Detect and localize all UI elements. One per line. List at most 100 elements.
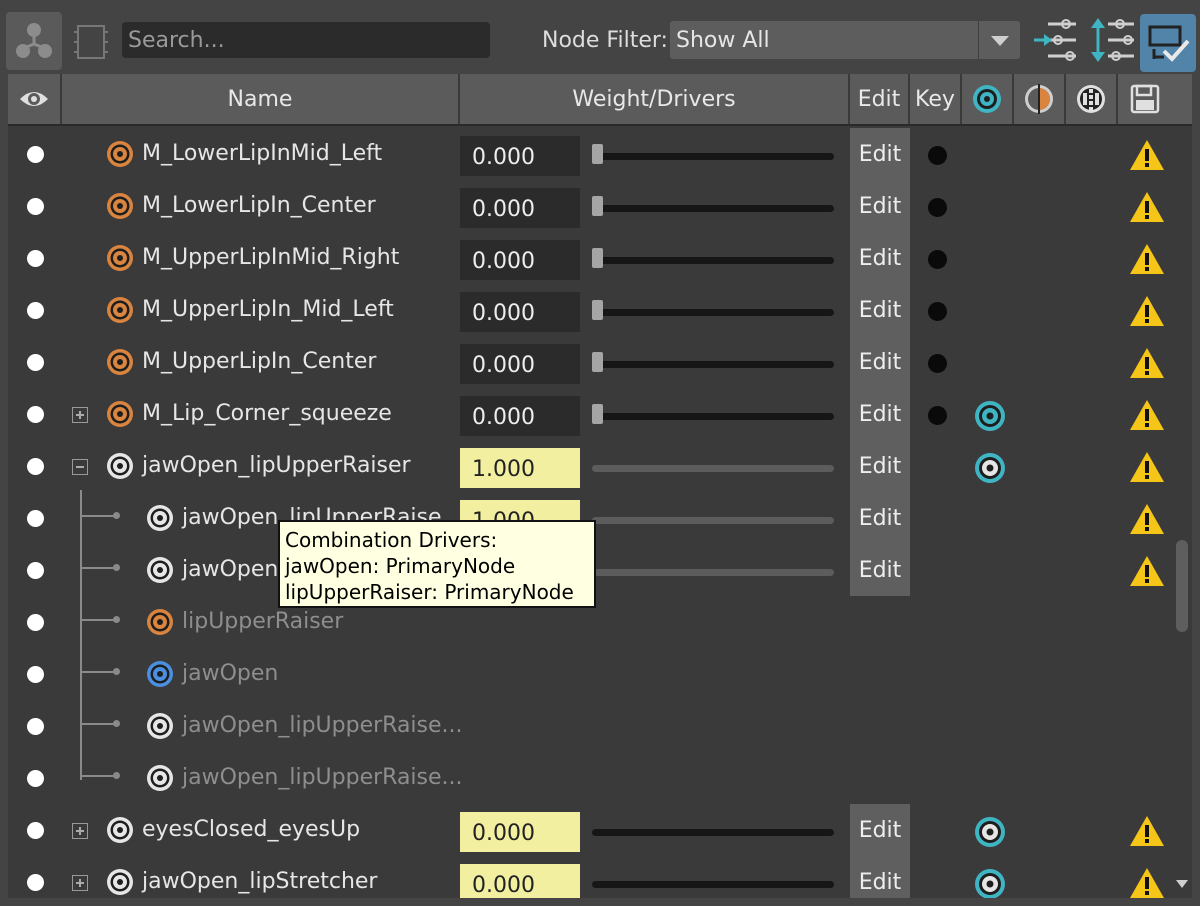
vertical-scrollbar[interactable] (1172, 126, 1192, 898)
weight-field[interactable]: 0.000 (460, 240, 580, 280)
visibility-toggle[interactable] (27, 614, 44, 631)
table-row[interactable]: jawOpen_lipStretcher 0.000 Edit (8, 856, 1172, 898)
search-input[interactable] (122, 22, 490, 58)
visibility-toggle[interactable] (27, 458, 44, 475)
key-column-header[interactable]: Key (910, 74, 962, 124)
weight-field[interactable]: 0.000 (460, 344, 580, 384)
weight-field[interactable]: 1.000 (460, 448, 580, 488)
weight-slider[interactable] (592, 517, 834, 524)
edit-button[interactable]: Edit (850, 180, 910, 232)
weight-field[interactable]: 0.000 (460, 136, 580, 176)
edit-column-header[interactable]: Edit (850, 74, 910, 124)
weight-slider[interactable] (592, 309, 834, 316)
weight-slider[interactable] (592, 465, 834, 472)
tween-column-header[interactable] (1066, 74, 1118, 124)
add-target-button[interactable] (1032, 16, 1082, 64)
warning-icon (1130, 244, 1164, 274)
weight-slider[interactable] (592, 205, 834, 212)
shape-editor-button[interactable] (6, 12, 62, 70)
table-row[interactable]: jawOpen (8, 648, 1172, 700)
weight-slider[interactable] (592, 153, 834, 160)
visibility-toggle[interactable] (27, 406, 44, 423)
weight-column-header[interactable]: Weight/Drivers (460, 74, 850, 124)
visibility-toggle[interactable] (27, 874, 44, 891)
node-name: lipUpperRaiser (182, 609, 344, 634)
edit-button[interactable]: Edit (850, 232, 910, 284)
visibility-toggle[interactable] (27, 198, 44, 215)
edit-button[interactable]: Edit (850, 440, 910, 492)
sort-button[interactable] (1088, 16, 1138, 64)
visibility-toggle[interactable] (27, 770, 44, 787)
edit-button[interactable]: Edit (850, 336, 910, 388)
node-filter-dropdown[interactable]: Show All (670, 21, 1020, 59)
edit-button[interactable]: Edit (850, 804, 910, 856)
key-indicator[interactable] (928, 198, 947, 217)
edit-button[interactable]: Edit (850, 492, 910, 544)
visibility-toggle[interactable] (27, 718, 44, 735)
visibility-column-header[interactable] (8, 74, 62, 124)
node-name: jawOpen_ (182, 557, 290, 582)
frame-button[interactable] (72, 20, 112, 64)
edit-button[interactable]: Edit (850, 856, 910, 898)
visibility-toggle[interactable] (27, 510, 44, 527)
key-indicator[interactable] (928, 146, 947, 165)
weight-slider[interactable] (592, 829, 834, 836)
table-row[interactable]: M_LowerLipInMid_Left 0.000 Edit (8, 128, 1172, 180)
weight-field[interactable]: 0.000 (460, 188, 580, 228)
slider-handle[interactable] (592, 196, 603, 216)
save-column-header[interactable] (1118, 74, 1172, 124)
visibility-toggle[interactable] (27, 250, 44, 267)
warning-icon (1130, 348, 1164, 378)
key-indicator[interactable] (928, 250, 947, 269)
scrollbar-thumb[interactable] (1176, 540, 1188, 632)
weight-slider[interactable] (592, 361, 834, 368)
weight-slider[interactable] (592, 257, 834, 264)
table-row[interactable]: M_Lip_Corner_squeeze 0.000 Edit (8, 388, 1172, 440)
key-indicator[interactable] (928, 354, 947, 373)
weight-slider[interactable] (592, 413, 834, 420)
table-row[interactable]: M_UpperLipIn_Center 0.000 Edit (8, 336, 1172, 388)
shape-editor-icon (16, 23, 52, 58)
weight-field[interactable]: 0.000 (460, 292, 580, 332)
weight-slider[interactable] (592, 569, 834, 576)
checklist-toggle-button[interactable] (1140, 14, 1196, 72)
edit-button[interactable]: Edit (850, 388, 910, 440)
slider-handle[interactable] (592, 248, 603, 268)
table-row[interactable]: M_UpperLipIn_Mid_Left 0.000 Edit (8, 284, 1172, 336)
edit-button[interactable]: Edit (850, 128, 910, 180)
slider-handle[interactable] (592, 144, 603, 164)
table-row[interactable]: jawOpen_lipUpperRaiser 1.000 Edit (8, 440, 1172, 492)
weight-field[interactable]: 0.000 (460, 864, 580, 898)
combo-column-header[interactable] (962, 74, 1014, 124)
weight-slider[interactable] (592, 881, 834, 888)
table-row[interactable]: jawOpen_lipUpperRaise... (8, 752, 1172, 804)
expand-button[interactable] (72, 823, 88, 839)
node-name: M_UpperLipIn_Mid_Left (142, 297, 394, 322)
slider-handle[interactable] (592, 352, 603, 372)
node-filter-value: Show All (676, 28, 770, 53)
weight-field[interactable]: 0.000 (460, 396, 580, 436)
driver-column-header[interactable] (1014, 74, 1066, 124)
slider-handle[interactable] (592, 404, 603, 424)
table-row[interactable]: M_UpperLipInMid_Right 0.000 Edit (8, 232, 1172, 284)
expand-button[interactable] (72, 875, 88, 891)
visibility-toggle[interactable] (27, 354, 44, 371)
weight-field[interactable]: 0.000 (460, 812, 580, 852)
visibility-toggle[interactable] (27, 822, 44, 839)
table-row[interactable]: eyesClosed_eyesUp 0.000 Edit (8, 804, 1172, 856)
name-column-header[interactable]: Name (62, 74, 460, 124)
visibility-toggle[interactable] (27, 562, 44, 579)
visibility-toggle[interactable] (27, 666, 44, 683)
visibility-toggle[interactable] (27, 146, 44, 163)
table-row[interactable]: M_LowerLipIn_Center 0.000 Edit (8, 180, 1172, 232)
key-indicator[interactable] (928, 302, 947, 321)
collapse-button[interactable] (72, 459, 88, 475)
expand-button[interactable] (72, 407, 88, 423)
key-indicator[interactable] (928, 406, 947, 425)
edit-button[interactable]: Edit (850, 284, 910, 336)
visibility-toggle[interactable] (27, 302, 44, 319)
table-row[interactable]: jawOpen_lipUpperRaise... (8, 700, 1172, 752)
slider-handle[interactable] (592, 300, 603, 320)
edit-button[interactable]: Edit (850, 544, 910, 596)
scroll-down-arrow-icon[interactable] (1176, 880, 1188, 888)
